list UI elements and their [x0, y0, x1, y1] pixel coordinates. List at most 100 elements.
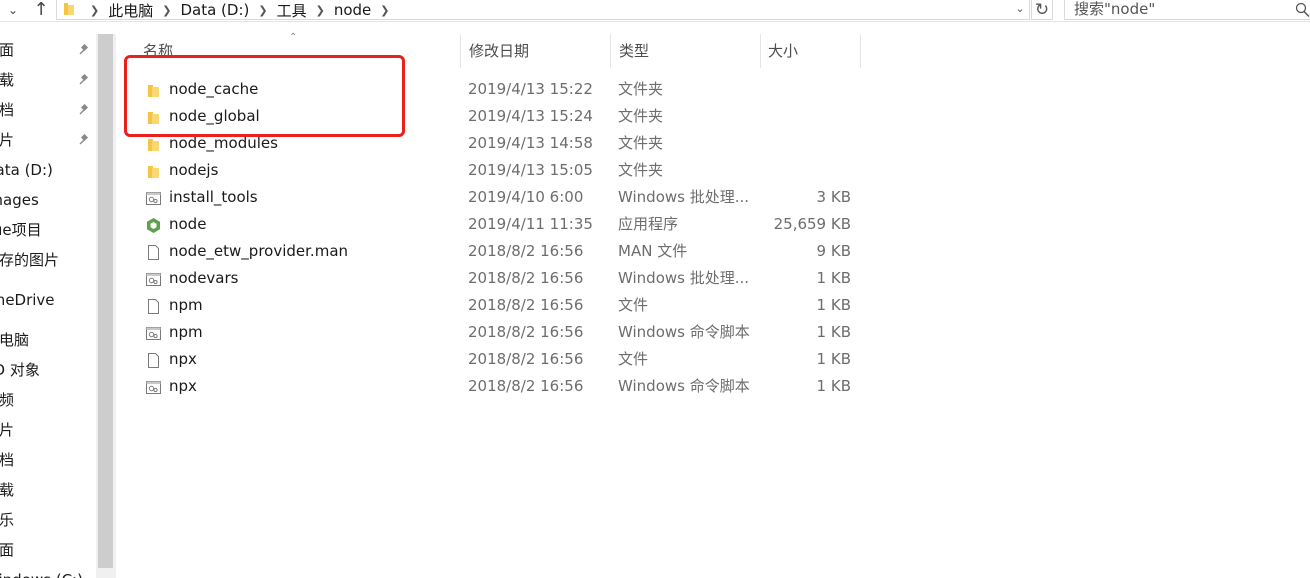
file-type: 文件夹: [618, 161, 664, 179]
file-type: 文件夹: [618, 107, 664, 125]
file-type: 文件夹: [618, 134, 664, 152]
navigation-pane: 桌面下载文档图片Data (D:)Imagesvue项目保存的图片OneDriv…: [0, 34, 96, 578]
chevron-right-icon[interactable]: ❯: [258, 4, 267, 17]
file-row[interactable]: npx 2018/8/2 16:56 文件 1 KB: [117, 346, 1310, 373]
sidebar-item[interactable]: 桌面: [0, 538, 96, 562]
file-date: 2019/4/10 6:00: [468, 188, 584, 206]
file-name: node_etw_provider.man: [169, 242, 349, 260]
pin-icon: [79, 104, 89, 115]
pin-icon: [79, 44, 89, 55]
navigation-scrollbar[interactable]: [96, 34, 116, 578]
sidebar-item-label: OneDrive: [0, 291, 55, 309]
sidebar-item[interactable]: 桌面: [0, 38, 96, 62]
sidebar-item[interactable]: 图片: [0, 128, 96, 152]
file-type: Windows 批处理...: [618, 188, 750, 206]
recent-locations-chevron-icon[interactable]: ⌄: [6, 2, 20, 18]
search-placeholder: 搜索"node": [1074, 0, 1156, 18]
file-row[interactable]: node_etw_provider.man 2018/8/2 16:56 MAN 文…: [117, 238, 1310, 265]
file-row[interactable]: nodejs 2019/4/13 15:05 文件夹: [117, 157, 1310, 184]
column-divider[interactable]: [860, 34, 861, 68]
up-arrow-icon[interactable]: ↑: [30, 0, 52, 20]
column-header-size[interactable]: 大小: [760, 34, 798, 68]
sidebar-item[interactable]: 图片: [0, 418, 96, 442]
chevron-down-icon[interactable]: ⌄: [1013, 1, 1027, 17]
chevron-right-icon[interactable]: ❯: [316, 4, 325, 17]
sidebar-item[interactable]: 3D 对象: [0, 358, 96, 382]
file-size: 1 KB: [816, 377, 851, 395]
breadcrumb-item[interactable]: node: [334, 1, 371, 19]
file-date: 2019/4/13 14:58: [468, 134, 593, 152]
breadcrumb-item[interactable]: 工具: [277, 0, 307, 21]
sidebar-item-label: 图片: [0, 421, 15, 439]
sidebar-item-label: Windows (C:): [0, 568, 96, 578]
file-date: 2018/8/2 16:56: [468, 242, 584, 260]
file-type: Windows 命令脚本: [618, 377, 750, 395]
nodejs-app-icon: [145, 216, 162, 233]
sidebar-item[interactable]: Data (D:): [0, 158, 96, 182]
file-icon: [145, 297, 162, 314]
sidebar-item[interactable]: vue项目: [0, 218, 96, 242]
sidebar-item[interactable]: 保存的图片: [0, 248, 96, 272]
sidebar-item-label: 下载: [0, 481, 15, 499]
batch-file-icon: [145, 378, 162, 395]
scrollbar-thumb[interactable]: [98, 34, 113, 568]
search-icon[interactable]: [1292, 2, 1310, 18]
folder-icon: [64, 3, 74, 15]
sidebar-item[interactable]: Windows (C:): [0, 568, 96, 578]
sidebar-item-label: 保存的图片: [0, 251, 60, 269]
highlight-annotation-box: [124, 55, 405, 137]
file-icon: [145, 351, 162, 368]
folder-icon: [145, 135, 162, 152]
column-header-type[interactable]: 类型: [611, 34, 649, 68]
address-bar[interactable]: ❯ 此电脑 ❯ Data (D:) ❯ 工具 ❯ node ❯ ⌄: [56, 0, 1030, 20]
column-header-date[interactable]: 修改日期: [461, 34, 529, 68]
refresh-icon[interactable]: ↻: [1031, 0, 1053, 20]
file-date: 2018/8/2 16:56: [468, 323, 584, 341]
chevron-right-icon[interactable]: ❯: [162, 4, 171, 17]
file-type: Windows 批处理...: [618, 269, 750, 287]
file-name: install_tools: [169, 188, 258, 206]
batch-file-icon: [145, 324, 162, 341]
file-date: 2019/4/11 11:35: [468, 215, 593, 233]
sidebar-item[interactable]: 文档: [0, 448, 96, 472]
sidebar-item[interactable]: 此电脑: [0, 328, 96, 352]
file-row[interactable]: install_tools 2019/4/10 6:00 Windows 批处理..…: [117, 184, 1310, 211]
sidebar-item[interactable]: 下载: [0, 478, 96, 502]
file-row[interactable]: npm 2018/8/2 16:56 文件 1 KB: [117, 292, 1310, 319]
sidebar-item[interactable]: Images: [0, 188, 96, 212]
breadcrumb-item[interactable]: Data (D:): [180, 1, 249, 19]
file-name: npm: [169, 296, 203, 314]
sidebar-item[interactable]: 下载: [0, 68, 96, 92]
file-row[interactable]: node 2019/4/11 11:35 应用程序 25,659 KB: [117, 211, 1310, 238]
sidebar-item[interactable]: 文档: [0, 98, 96, 122]
file-type: MAN 文件: [618, 242, 688, 260]
sidebar-item[interactable]: 音乐: [0, 508, 96, 532]
search-input[interactable]: 搜索"node": [1064, 0, 1310, 20]
batch-file-icon: [145, 270, 162, 287]
sidebar-item-label: 音乐: [0, 511, 15, 529]
file-type: 应用程序: [618, 215, 679, 233]
file-name: nodejs: [169, 161, 219, 179]
breadcrumb-item[interactable]: 此电脑: [108, 0, 153, 21]
batch-file-icon: [145, 189, 162, 206]
file-type: 文件: [618, 296, 649, 314]
sidebar-item[interactable]: 视频: [0, 388, 96, 412]
file-row[interactable]: npx 2018/8/2 16:56 Windows 命令脚本 1 KB: [117, 373, 1310, 400]
chevron-right-icon[interactable]: ❯: [380, 4, 389, 17]
sidebar-item-label: 桌面: [0, 541, 15, 559]
pin-icon: [79, 134, 89, 145]
sort-ascending-icon: ⌃: [289, 32, 298, 43]
file-date: 2019/4/13 15:24: [468, 107, 593, 125]
pin-icon: [79, 74, 89, 85]
file-name: npm: [169, 323, 203, 341]
file-name: npx: [169, 377, 197, 395]
sidebar-item-label: 3D 对象: [0, 361, 40, 379]
file-row[interactable]: nodevars 2018/8/2 16:56 Windows 批处理... 1 KB: [117, 265, 1310, 292]
file-date: 2018/8/2 16:56: [468, 350, 584, 368]
file-size: 25,659 KB: [773, 215, 851, 233]
file-size: 1 KB: [816, 323, 851, 341]
sidebar-item-label: 文档: [0, 451, 15, 469]
file-row[interactable]: npm 2018/8/2 16:56 Windows 命令脚本 1 KB: [117, 319, 1310, 346]
chevron-right-icon[interactable]: ❯: [90, 4, 99, 17]
sidebar-item[interactable]: OneDrive: [0, 288, 96, 312]
